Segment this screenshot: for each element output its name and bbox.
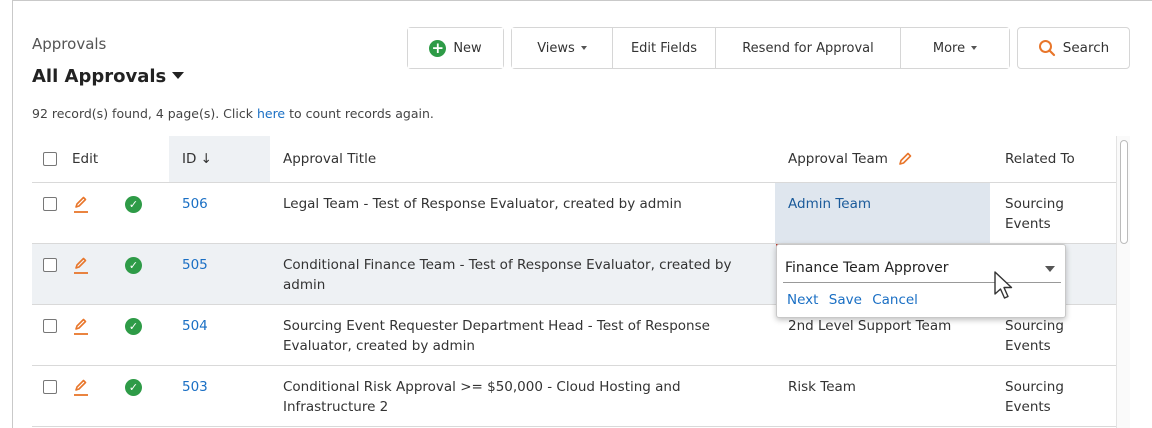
column-header-edit: Edit [72,136,125,183]
resend-label: Resend for Approval [742,40,874,56]
column-header-status [125,136,169,183]
column-header-id[interactable]: ID ↓ [169,136,270,183]
approval-title: Sourcing Event Requester Department Head… [270,304,775,366]
next-button[interactable]: Next [787,292,818,308]
plus-icon: + [429,39,447,57]
pencil-icon[interactable] [898,152,912,166]
edit-fields-label: Edit Fields [630,40,698,56]
dropdown-arrow-icon[interactable] [1045,266,1055,272]
search-label: Search [1062,40,1110,56]
edit-pencil-icon[interactable] [72,378,90,398]
table-row: ✓ 503 Conditional Risk Approval >= $50,0… [32,365,1116,427]
record-id-link[interactable]: 505 [182,257,208,273]
chevron-down-icon [971,46,978,50]
check-circle-icon: ✓ [125,379,142,396]
page-title[interactable]: All Approvals [32,66,185,87]
row-checkbox[interactable] [43,318,57,333]
inline-team-editor: Finance Team Approver Next Save Cancel [776,244,1066,318]
record-count-prefix: 92 record(s) found, 4 page(s). Click [32,106,257,121]
column-header-team-label: Approval Team [788,150,888,167]
column-header-id-label: ID ↓ [182,150,212,167]
search-button[interactable]: Search [1017,27,1130,69]
save-button[interactable]: Save [829,292,862,308]
record-id-link[interactable]: 503 [182,379,208,395]
approval-title: Legal Team - Test of Response Evaluator,… [270,182,775,244]
resend-for-approval-button[interactable]: Resend for Approval [716,28,901,68]
check-circle-icon: ✓ [125,257,142,274]
new-button[interactable]: + New [408,28,503,68]
approval-team: Admin Team [788,195,871,212]
check-circle-icon: ✓ [125,318,142,335]
edit-pencil-icon[interactable] [72,195,90,215]
chevron-down-icon [580,46,587,50]
more-button[interactable]: More [901,28,1009,68]
related-to: Sourcing Events [990,365,1116,427]
select-all-cell [32,136,72,183]
column-header-related-label: Related To [1005,150,1075,167]
row-checkbox[interactable] [43,196,57,211]
record-count: 92 record(s) found, 4 page(s). Click her… [32,106,434,121]
column-header-title[interactable]: Approval Title [270,136,775,183]
breadcrumb[interactable]: Approvals [32,35,106,53]
select-all-checkbox[interactable] [43,151,57,166]
approval-team-cell[interactable]: Admin Team [775,182,990,244]
table-row: ✓ 506 Legal Team - Test of Response Eval… [32,182,1116,244]
column-header-team[interactable]: Approval Team [775,136,990,183]
chevron-down-icon[interactable] [172,71,185,79]
column-header-title-label: Approval Title [283,150,377,167]
edit-pencil-icon[interactable] [72,256,90,276]
mouse-cursor-icon [994,271,1013,299]
record-id-link[interactable]: 506 [182,196,208,212]
scrollbar-thumb[interactable] [1120,140,1128,244]
cancel-button[interactable]: Cancel [872,292,918,308]
record-id-link[interactable]: 504 [182,318,208,334]
search-icon [1038,40,1055,57]
approval-title: Conditional Finance Team - Test of Respo… [270,243,775,305]
actions-button-group: Views Edit Fields Resend for Approval Mo… [511,27,1010,69]
approval-title: Conditional Risk Approval >= $50,000 - C… [270,365,775,427]
edit-fields-button[interactable]: Edit Fields [613,28,716,68]
count-records-link[interactable]: here [257,106,285,121]
approval-team[interactable]: Risk Team [775,365,990,427]
check-circle-icon: ✓ [125,196,142,213]
views-label: Views [537,40,575,56]
table-header-row: Edit ID ↓ Approval Title Approval Team R… [32,136,1116,183]
row-checkbox[interactable] [43,257,57,272]
new-button-label: New [453,40,482,56]
edit-pencil-icon[interactable] [72,317,90,337]
team-select-value: Finance Team Approver [785,260,949,276]
table-scrollbar[interactable] [1116,136,1130,428]
new-button-group: + New [407,27,504,69]
editor-actions: Next Save Cancel [787,292,924,308]
related-to: Sourcing Events [990,182,1116,244]
column-header-related[interactable]: Related To [990,136,1116,183]
more-label: More [932,40,966,56]
row-checkbox[interactable] [43,379,57,394]
page-title-text: All Approvals [32,66,167,87]
team-select[interactable]: Finance Team Approver [783,257,1061,283]
record-count-suffix: to count records again. [285,106,434,121]
views-button[interactable]: Views [512,28,613,68]
